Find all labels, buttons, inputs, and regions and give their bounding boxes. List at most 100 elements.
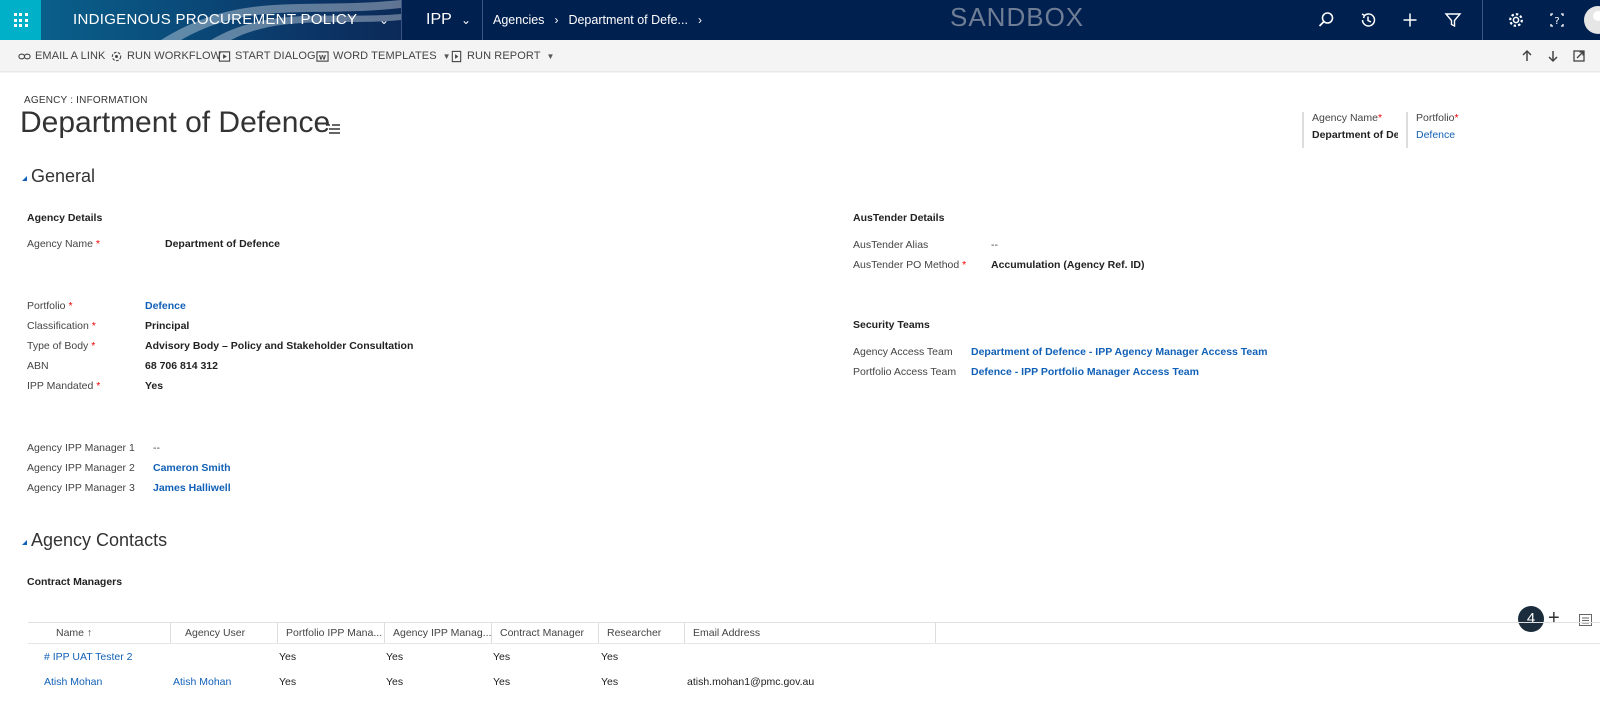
classification-label: Classification bbox=[27, 320, 89, 332]
table-row[interactable]: # IPP UAT Tester 2 Yes Yes Yes Yes bbox=[28, 645, 1600, 669]
abn-value[interactable]: 68 706 814 312 bbox=[145, 360, 218, 372]
row-researcher: Yes bbox=[601, 651, 619, 663]
classification-value[interactable]: Principal bbox=[145, 320, 189, 332]
arrow-up-icon[interactable] bbox=[1519, 48, 1535, 64]
top-navigation-bar: INDIGENOUS PROCUREMENT POLICY ⌄ IPP ⌄ Ag… bbox=[0, 0, 1600, 40]
chevron-right-icon[interactable]: › bbox=[698, 13, 702, 27]
agency-access-team-label: Agency Access Team bbox=[853, 346, 953, 358]
column-header-email-address[interactable]: Email Address bbox=[685, 623, 936, 643]
agency-access-team-value[interactable]: Department of Defence - IPP Agency Manag… bbox=[971, 346, 1267, 358]
email-link-label: EMAIL A LINK bbox=[35, 50, 106, 62]
chevron-down-icon: ⌄ bbox=[378, 13, 389, 27]
breadcrumb-record[interactable]: Department of Defe... bbox=[568, 13, 688, 27]
module-name: IPP bbox=[426, 11, 452, 28]
report-icon bbox=[451, 50, 462, 62]
sandbox-watermark: SANDBOX bbox=[950, 2, 1085, 32]
workflow-icon bbox=[111, 51, 122, 61]
row-name[interactable]: Atish Mohan bbox=[44, 670, 102, 694]
manager-3-value[interactable]: James Halliwell bbox=[153, 482, 231, 494]
agency-details-heading: Agency Details bbox=[27, 212, 103, 224]
contract-managers-grid-header: Name ↑ Agency User Portfolio IPP Mana...… bbox=[28, 622, 1600, 644]
start-dialog-label: START DIALOG bbox=[235, 50, 316, 62]
record-form: AGENCY : INFORMATION Department of Defen… bbox=[0, 73, 1600, 712]
expand-icon[interactable] bbox=[1571, 48, 1587, 64]
filter-icon[interactable] bbox=[1443, 10, 1463, 30]
row-agency-ipp-manager: Yes bbox=[386, 651, 404, 663]
module-switcher[interactable]: IPP ⌄ bbox=[402, 0, 482, 40]
ipp-mandated-value[interactable]: Yes bbox=[145, 380, 163, 392]
section-agency-contacts-title: Agency Contacts bbox=[31, 530, 168, 550]
dialog-icon bbox=[218, 50, 231, 62]
search-icon[interactable] bbox=[1316, 10, 1336, 30]
chevron-right-icon: › bbox=[554, 13, 559, 27]
ipp-mandated-label: IPP Mandated bbox=[27, 380, 94, 392]
manager-1-label: Agency IPP Manager 1 bbox=[27, 442, 135, 454]
row-researcher: Yes bbox=[601, 676, 619, 688]
user-avatar[interactable] bbox=[1584, 6, 1600, 34]
header-agency-name-value[interactable]: Department of Defence bbox=[1312, 129, 1398, 141]
arrow-down-icon[interactable] bbox=[1545, 48, 1561, 64]
section-agency-contacts[interactable]: Agency Contacts bbox=[22, 530, 167, 551]
header-agency-name-label: Agency Name bbox=[1312, 112, 1378, 124]
word-templates-label: WORD TEMPLATES bbox=[333, 50, 437, 62]
word-templates-button[interactable]: W WORD TEMPLATES ▼ bbox=[316, 40, 451, 72]
record-title: Department of Defence bbox=[20, 106, 331, 139]
column-header-agency-ipp-manager[interactable]: Agency IPP Manag... bbox=[385, 623, 492, 643]
portfolio-access-team-value[interactable]: Defence - IPP Portfolio Manager Access T… bbox=[971, 366, 1199, 378]
app-launcher-button[interactable] bbox=[0, 0, 41, 40]
austender-details-heading: AusTender Details bbox=[853, 212, 945, 224]
divider bbox=[482, 0, 483, 40]
caret-down-icon: ▼ bbox=[546, 51, 555, 61]
contract-managers-heading: Contract Managers bbox=[27, 576, 123, 588]
manager-1-value[interactable]: -- bbox=[153, 442, 160, 454]
row-portfolio-ipp-manager: Yes bbox=[279, 676, 297, 688]
type-of-body-label: Type of Body bbox=[27, 340, 89, 352]
austender-po-method-label: AusTender PO Method bbox=[853, 259, 960, 271]
plus-icon[interactable] bbox=[1400, 10, 1420, 30]
run-report-label: RUN REPORT bbox=[467, 50, 541, 62]
row-contract-manager: Yes bbox=[493, 676, 511, 688]
email-link-button[interactable]: EMAIL A LINK bbox=[18, 40, 106, 72]
collapse-triangle-icon bbox=[22, 539, 27, 545]
column-header-agency-user[interactable]: Agency User bbox=[171, 623, 278, 643]
column-header-contract-manager[interactable]: Contract Manager bbox=[492, 623, 599, 643]
link-icon bbox=[18, 53, 31, 59]
portfolio-value[interactable]: Defence bbox=[145, 300, 186, 312]
header-portfolio-label: Portfolio bbox=[1416, 112, 1455, 124]
gear-icon[interactable] bbox=[1506, 10, 1526, 30]
help-icon[interactable]: ? bbox=[1547, 10, 1567, 30]
type-of-body-value[interactable]: Advisory Body – Policy and Stakeholder C… bbox=[145, 340, 413, 352]
austender-alias-value[interactable]: -- bbox=[991, 239, 998, 251]
agency-name-label: Agency Name bbox=[27, 238, 93, 250]
app-switcher[interactable]: INDIGENOUS PROCUREMENT POLICY ⌄ bbox=[41, 0, 401, 40]
run-report-button[interactable]: RUN REPORT ▼ bbox=[450, 40, 555, 72]
form-selector-icon[interactable] bbox=[325, 123, 341, 137]
history-icon[interactable] bbox=[1358, 10, 1378, 30]
collapse-triangle-icon bbox=[22, 175, 27, 181]
row-name[interactable]: # IPP UAT Tester 2 bbox=[44, 645, 133, 669]
run-workflow-button[interactable]: RUN WORKFLOW bbox=[110, 40, 221, 72]
column-header-researcher[interactable]: Researcher bbox=[599, 623, 685, 643]
column-header-name[interactable]: Name ↑ bbox=[28, 623, 171, 643]
agency-name-value[interactable]: Department of Defence bbox=[165, 238, 280, 250]
row-agency-ipp-manager: Yes bbox=[386, 676, 404, 688]
security-teams-heading: Security Teams bbox=[853, 319, 930, 331]
entity-type-label: AGENCY : INFORMATION bbox=[24, 95, 148, 106]
table-row[interactable]: Atish Mohan Atish Mohan Yes Yes Yes Yes … bbox=[28, 670, 1600, 694]
svg-text:?: ? bbox=[1554, 16, 1559, 27]
header-agency-name: Agency Name* Department of Defence bbox=[1302, 112, 1398, 148]
header-portfolio-value[interactable]: Defence bbox=[1416, 129, 1556, 141]
header-portfolio: Portfolio* Defence bbox=[1406, 112, 1556, 148]
section-general-title: General bbox=[31, 166, 96, 186]
start-dialog-button[interactable]: START DIALOG bbox=[218, 40, 316, 72]
manager-2-value[interactable]: Cameron Smith bbox=[153, 462, 231, 474]
portfolio-access-team-label: Portfolio Access Team bbox=[853, 366, 957, 378]
section-general[interactable]: General bbox=[22, 166, 95, 187]
column-header-portfolio-ipp-manager[interactable]: Portfolio IPP Mana... bbox=[278, 623, 385, 643]
row-agency-user[interactable]: Atish Mohan bbox=[173, 670, 231, 694]
breadcrumb-agencies[interactable]: Agencies bbox=[493, 13, 544, 27]
waffle-icon bbox=[13, 13, 28, 27]
austender-po-method-value[interactable]: Accumulation (Agency Ref. ID) bbox=[991, 259, 1144, 271]
word-icon: W bbox=[316, 50, 329, 62]
portfolio-label: Portfolio bbox=[27, 300, 66, 312]
